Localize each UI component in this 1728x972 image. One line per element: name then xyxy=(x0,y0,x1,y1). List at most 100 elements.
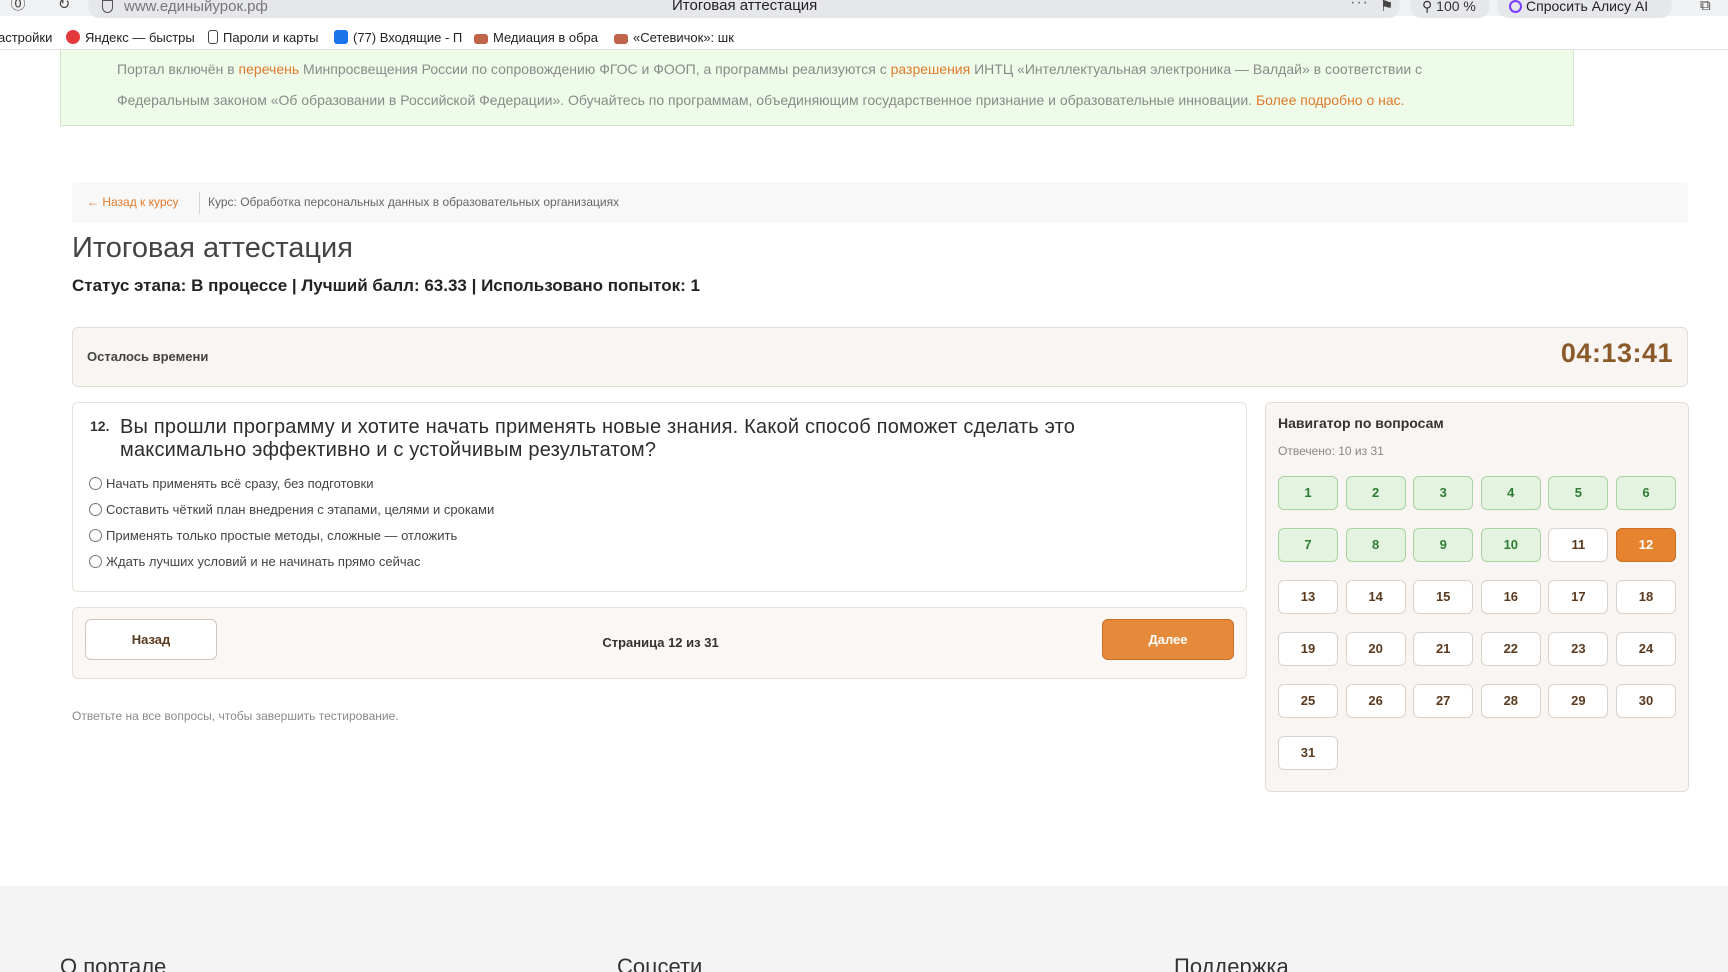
option-label: Ждать лучших условий и не начинать прямо… xyxy=(106,554,421,569)
reload-icon[interactable]: ↻ xyxy=(56,0,72,13)
question-card: 12. Вы прошли программу и хотите начать … xyxy=(72,402,1247,592)
bookmark-label: Яндекс — быстры xyxy=(85,30,194,45)
bookmark-mediation[interactable]: Медиация в обра xyxy=(474,30,600,45)
question-nav-button-29[interactable]: 29 xyxy=(1548,684,1609,718)
question-nav-button-3[interactable]: 3 xyxy=(1413,476,1474,510)
about-link[interactable]: Более подробно о нас. xyxy=(1256,92,1405,108)
question-nav-button-30[interactable]: 30 xyxy=(1616,684,1676,718)
bookmark-label: Пароли и карты xyxy=(223,30,319,45)
footer-about-heading: О портале xyxy=(60,954,167,972)
alice-button[interactable]: Спросить Алису AI xyxy=(1497,0,1672,18)
question-nav-button-12[interactable]: 12 xyxy=(1616,528,1676,562)
pagination-panel: Назад Страница 12 из 31 Далее xyxy=(72,607,1247,679)
question-nav-button-23[interactable]: 23 xyxy=(1548,632,1609,666)
notice-text: Минпросвещения России по сопровождению Ф… xyxy=(299,61,891,77)
zoom-level: 100 % xyxy=(1436,0,1476,14)
bookmark-label: (77) Входящие - П xyxy=(353,30,462,45)
bookmark-icon[interactable]: ⚑ xyxy=(1380,0,1393,15)
question-nav-button-19[interactable]: 19 xyxy=(1278,632,1338,666)
question-nav-button-28[interactable]: 28 xyxy=(1480,684,1541,718)
question-nav-button-20[interactable]: 20 xyxy=(1345,632,1406,666)
breadcrumb: ← Назад к курсу Курс: Обработка персонал… xyxy=(72,182,1688,223)
zoom-button[interactable]: ⚲ 100 % xyxy=(1410,0,1490,18)
notice-text: Портал включён в xyxy=(117,61,239,77)
browser-toolbar: ⓪ ↻ www.единыйурок.рф ··· Итоговая аттес… xyxy=(0,0,1728,18)
page-tab-title: Итоговая аттестация xyxy=(672,0,818,14)
question-nav-button-8[interactable]: 8 xyxy=(1345,528,1406,562)
alice-label: Спросить Алису AI xyxy=(1526,0,1649,14)
extensions-icon[interactable]: ⧉ xyxy=(1700,0,1711,14)
answer-options: Начать применять всё сразу, без подготов… xyxy=(89,476,889,580)
question-nav-button-1[interactable]: 1 xyxy=(1278,476,1338,510)
question-nav-button-21[interactable]: 21 xyxy=(1413,632,1474,666)
question-nav-button-31[interactable]: 31 xyxy=(1278,736,1338,770)
page-indicator: Страница 12 из 31 xyxy=(602,635,719,650)
bookmark-settings[interactable]: астройки xyxy=(0,30,54,45)
bookmark-label: астройки xyxy=(0,30,53,45)
answer-option[interactable]: Составить чёткий план внедрения с этапам… xyxy=(89,502,889,528)
question-nav-button-25[interactable]: 25 xyxy=(1278,684,1338,718)
question-nav-button-2[interactable]: 2 xyxy=(1345,476,1406,510)
question-nav-button-27[interactable]: 27 xyxy=(1413,684,1474,718)
footer-support-heading: Поддержка xyxy=(1174,954,1289,972)
question-nav-button-17[interactable]: 17 xyxy=(1548,580,1609,614)
completion-hint: Ответьте на все вопросы, чтобы завершить… xyxy=(72,709,399,723)
shield-icon xyxy=(102,0,113,13)
question-nav-button-15[interactable]: 15 xyxy=(1413,580,1474,614)
bookmark-yandex[interactable]: Яндекс — быстры xyxy=(66,30,194,45)
answered-count: Отвечено: 10 из 31 xyxy=(1278,444,1384,458)
option-label: Составить чёткий план внедрения с этапам… xyxy=(106,502,495,517)
question-nav-button-24[interactable]: 24 xyxy=(1616,632,1676,666)
question-nav-button-16[interactable]: 16 xyxy=(1480,580,1541,614)
answer-option[interactable]: Начать применять всё сразу, без подготов… xyxy=(89,476,889,502)
question-nav-button-7[interactable]: 7 xyxy=(1278,528,1338,562)
question-nav-button-9[interactable]: 9 xyxy=(1413,528,1474,562)
list-link[interactable]: перечень xyxy=(239,61,300,77)
next-button[interactable]: Далее xyxy=(1102,619,1234,660)
back-to-course-link[interactable]: ← Назад к курсу xyxy=(87,195,179,209)
course-name: Курс: Обработка персональных данных в об… xyxy=(208,195,620,209)
bookmark-inbox[interactable]: (77) Входящие - П xyxy=(334,30,462,45)
timer-value: 04:13:41 xyxy=(1560,338,1673,368)
answer-option[interactable]: Применять только простые методы, сложные… xyxy=(89,528,889,554)
question-text: Вы прошли программу и хотите начать прим… xyxy=(120,416,1076,461)
bookmarks-bar: астройки Яндекс — быстры Пароли и карты … xyxy=(0,24,1728,50)
option-label: Применять только простые методы, сложные… xyxy=(106,528,458,543)
question-navigator: Навигатор по вопросам Отвечено: 10 из 31… xyxy=(1265,402,1689,792)
page-title: Итоговая аттестация xyxy=(72,232,353,264)
bookmark-setevichok[interactable]: «Сетевичок»: шк xyxy=(614,30,740,45)
alice-icon xyxy=(1509,0,1522,13)
permission-link[interactable]: разрешения xyxy=(891,61,971,77)
navigator-title: Навигатор по вопросам xyxy=(1278,415,1444,431)
radio-button[interactable] xyxy=(89,477,102,490)
question-nav-button-5[interactable]: 5 xyxy=(1548,476,1609,510)
question-nav-button-10[interactable]: 10 xyxy=(1480,528,1541,562)
bookmark-label: «Сетевичок»: шк xyxy=(633,30,734,45)
question-nav-button-26[interactable]: 26 xyxy=(1345,684,1406,718)
radio-button[interactable] xyxy=(89,503,102,516)
accreditation-notice: Портал включён в перечень Минпросвещения… xyxy=(60,50,1574,126)
more-icon[interactable]: ··· xyxy=(1350,0,1369,12)
answer-option[interactable]: Ждать лучших условий и не начинать прямо… xyxy=(89,554,889,580)
question-nav-button-6[interactable]: 6 xyxy=(1616,476,1676,510)
mail-icon xyxy=(334,30,348,44)
yandex-icon xyxy=(66,30,80,44)
question-number: 12. xyxy=(90,418,110,434)
breadcrumb-divider xyxy=(199,192,200,214)
question-nav-button-4[interactable]: 4 xyxy=(1480,476,1541,510)
browser-logo-icon[interactable]: ⓪ xyxy=(10,0,26,13)
question-nav-button-11[interactable]: 11 xyxy=(1548,528,1609,562)
question-nav-button-13[interactable]: 13 xyxy=(1278,580,1338,614)
bookmark-passwords[interactable]: Пароли и карты xyxy=(208,30,328,45)
question-nav-button-22[interactable]: 22 xyxy=(1480,632,1541,666)
bookmark-label: Медиация в обра xyxy=(493,30,599,45)
question-nav-button-14[interactable]: 14 xyxy=(1345,580,1406,614)
option-label: Начать применять всё сразу, без подготов… xyxy=(106,476,374,491)
page-icon xyxy=(474,34,488,44)
footer-social-heading: Соцсети xyxy=(617,954,703,972)
question-nav-button-18[interactable]: 18 xyxy=(1616,580,1676,614)
page-icon xyxy=(614,34,628,44)
address-url: www.единыйурок.рф xyxy=(124,0,268,15)
radio-button[interactable] xyxy=(89,529,102,542)
radio-button[interactable] xyxy=(89,555,102,568)
